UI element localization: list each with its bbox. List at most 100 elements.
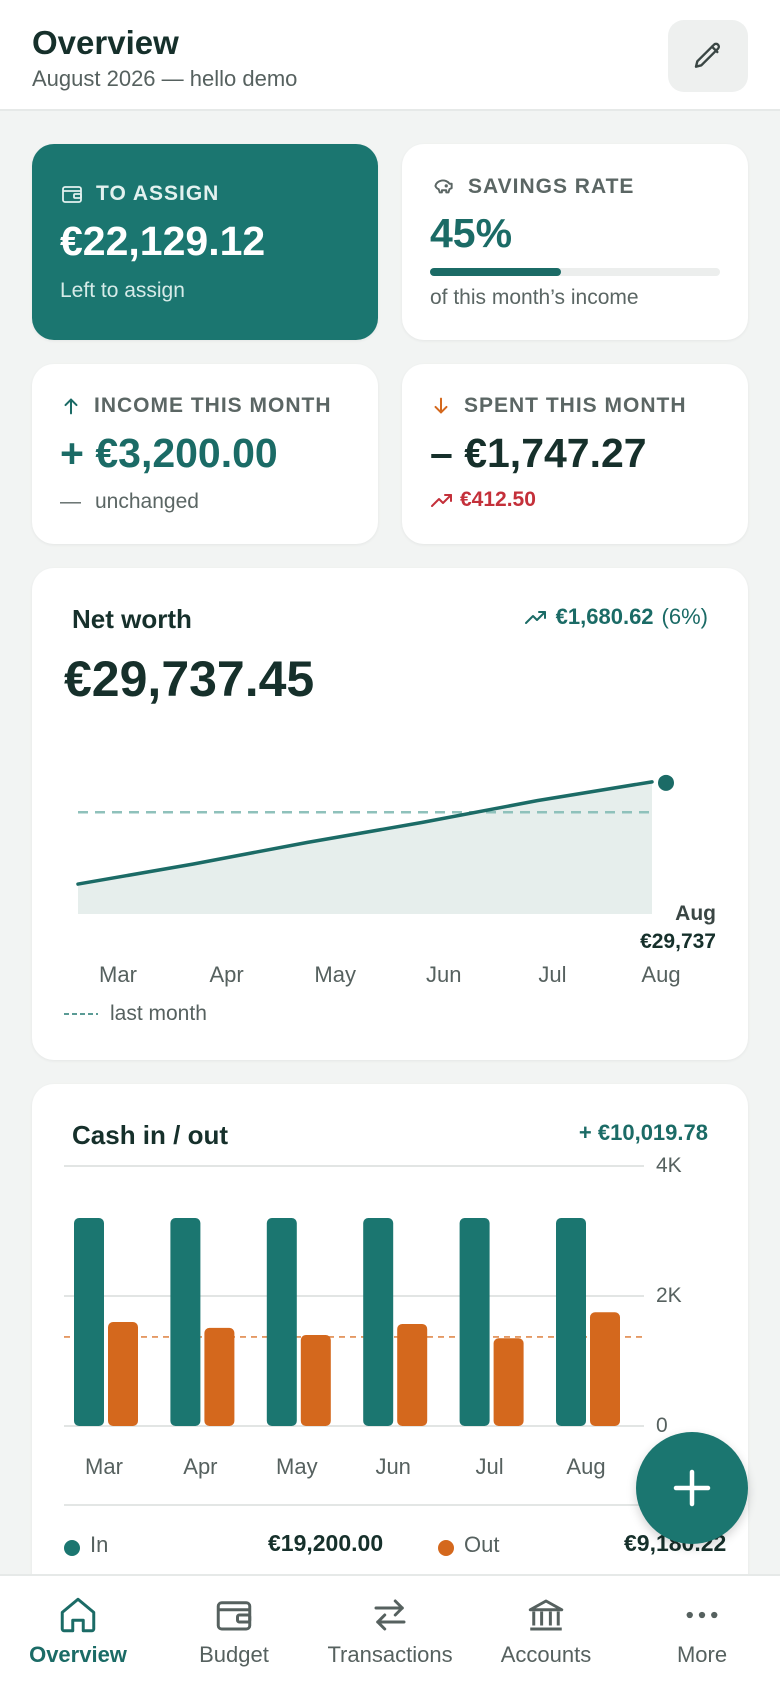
legend-in-value: €19,200.00 — [268, 1530, 384, 1556]
income-value: + €3,200.00 — [60, 430, 278, 476]
income-sub-row: — unchanged — [60, 490, 199, 514]
nav-more[interactable]: More — [624, 1576, 780, 1688]
cash-flow-total: + €10,019.78 — [578, 1120, 708, 1145]
to-assign-sub: Left to assign — [60, 279, 185, 302]
bar-out — [493, 1338, 524, 1426]
nav-overview[interactable]: Overview — [0, 1576, 156, 1688]
legend-in-label: In — [90, 1532, 109, 1557]
income-sub: unchanged — [95, 490, 199, 513]
net-worth-change: €1,680.62 — [555, 604, 654, 629]
more-icon — [686, 1611, 718, 1619]
cash-flow-legend: In €19,200.00 Out €9,180.22 — [64, 1528, 748, 1568]
home-icon — [60, 1597, 96, 1633]
cash-flow-chart — [64, 1165, 644, 1427]
savings-rate-progress-fill — [430, 268, 561, 276]
arrow-down-icon — [434, 397, 448, 414]
legend-in-dot — [64, 1540, 80, 1556]
x-tick-label: May — [276, 1454, 318, 1479]
spent-card: SPENT THIS MONTH – €1,747.27 €412.50 — [402, 364, 748, 544]
cash-flow-card[interactable]: Cash in / out + €10,019.78 4K 2K 0 Mar Apr Ma… — [32, 1084, 748, 1604]
edit-button[interactable] — [668, 20, 748, 92]
nav-label: Budget — [199, 1642, 269, 1667]
piggy-bank-icon — [434, 179, 453, 194]
bottom-nav: Overview Budget Transactions Accounts Mo… — [0, 1574, 780, 1688]
x-tick-label: Aug — [566, 1454, 606, 1479]
net-worth-change-row: €1,680.62 (6%) — [524, 604, 708, 630]
x-tick-label: Apr — [209, 962, 244, 987]
spent-sub-row: €412.50 — [430, 488, 536, 512]
nav-label: Accounts — [500, 1642, 592, 1667]
pencil-icon — [694, 42, 721, 68]
savings-rate-progress — [430, 268, 720, 276]
net-worth-end-point — [658, 774, 674, 791]
net-worth-area — [78, 781, 652, 914]
income-card: INCOME THIS MONTH + €3,200.00 — unchange… — [32, 364, 378, 544]
nav-label: Transactions — [327, 1642, 453, 1667]
income-label-row: INCOME THIS MONTH — [60, 394, 332, 418]
transfer-icon — [374, 1599, 406, 1631]
plus-icon — [673, 1469, 711, 1507]
x-tick-label: May — [314, 962, 356, 987]
add-transaction-button[interactable] — [636, 1432, 748, 1544]
savings-rate-value: 45% — [430, 210, 513, 256]
net-worth-value: €29,737.45 — [64, 651, 315, 707]
x-tick-label: Apr — [183, 1454, 218, 1479]
y-tick-label: 0 — [656, 1414, 668, 1437]
y-tick-label: 2K — [656, 1284, 682, 1307]
dashed-line-icon — [64, 1013, 98, 1015]
dash-icon: — — [60, 490, 81, 513]
x-tick-label: Jul — [475, 1454, 504, 1479]
net-worth-card[interactable]: Net worth €1,680.62 (6%) €29,737.45 Aug … — [32, 568, 748, 1060]
y-tick-label: 4K — [656, 1154, 682, 1177]
net-worth-title: Net worth — [72, 604, 192, 634]
spent-value: – €1,747.27 — [430, 430, 647, 476]
to-assign-card[interactable]: TO ASSIGN €22,129.12 Left to assign — [32, 144, 378, 340]
net-worth-end-month: Aug — [675, 902, 716, 925]
arrow-up-icon — [64, 398, 78, 415]
bar-out — [108, 1322, 138, 1426]
trend-up-icon — [524, 611, 546, 624]
bar-in — [556, 1218, 586, 1426]
nav-label: Overview — [29, 1642, 127, 1667]
spent-label: SPENT THIS MONTH — [464, 394, 687, 417]
net-worth-legend-label: last month — [110, 1002, 207, 1025]
cash-flow-divider — [64, 1504, 716, 1506]
x-tick-label: Jun — [375, 1454, 411, 1479]
net-worth-end-value: €29,737 — [640, 930, 716, 953]
x-tick-label: Mar — [99, 962, 137, 987]
nav-transactions[interactable]: Transactions — [312, 1576, 468, 1688]
bar-out — [397, 1323, 428, 1426]
bar-in — [74, 1218, 104, 1426]
to-assign-value: €22,129.12 — [60, 218, 266, 264]
net-worth-legend: last month — [64, 1002, 207, 1026]
savings-rate-label: SAVINGS RATE — [468, 175, 635, 198]
wallet-icon — [216, 1601, 252, 1631]
page-subtitle: August 2026 — hello demo — [32, 66, 298, 91]
bar-in — [363, 1218, 394, 1426]
bar-in — [170, 1218, 201, 1426]
bar-in — [459, 1218, 490, 1426]
bar-out — [590, 1312, 620, 1426]
legend-out-dot — [438, 1540, 454, 1556]
bar-in — [266, 1218, 297, 1426]
cash-flow-title: Cash in / out — [72, 1120, 228, 1150]
income-label: INCOME THIS MONTH — [94, 394, 332, 417]
x-tick-label: Aug — [641, 962, 681, 987]
net-worth-change-pct: (6%) — [661, 604, 708, 629]
nav-label: More — [676, 1642, 728, 1667]
bar-out — [300, 1335, 331, 1426]
legend-out-label: Out — [464, 1532, 500, 1557]
x-tick-label: Mar — [85, 1454, 123, 1479]
wallet-icon — [62, 186, 82, 203]
bar-out — [204, 1327, 235, 1426]
to-assign-label: TO ASSIGN — [96, 182, 220, 205]
savings-rate-card: SAVINGS RATE 45% of this month’s income — [402, 144, 748, 340]
to-assign-label-row: TO ASSIGN — [60, 182, 219, 206]
page-title: Overview — [32, 24, 179, 61]
spent-label-row: SPENT THIS MONTH — [430, 394, 687, 418]
nav-accounts[interactable]: Accounts — [468, 1576, 624, 1688]
nav-budget[interactable]: Budget — [156, 1576, 312, 1688]
app-header: Overview August 2026 — hello demo — [0, 0, 780, 111]
savings-rate-label-row: SAVINGS RATE — [430, 174, 634, 200]
x-tick-label: Jul — [538, 962, 567, 987]
